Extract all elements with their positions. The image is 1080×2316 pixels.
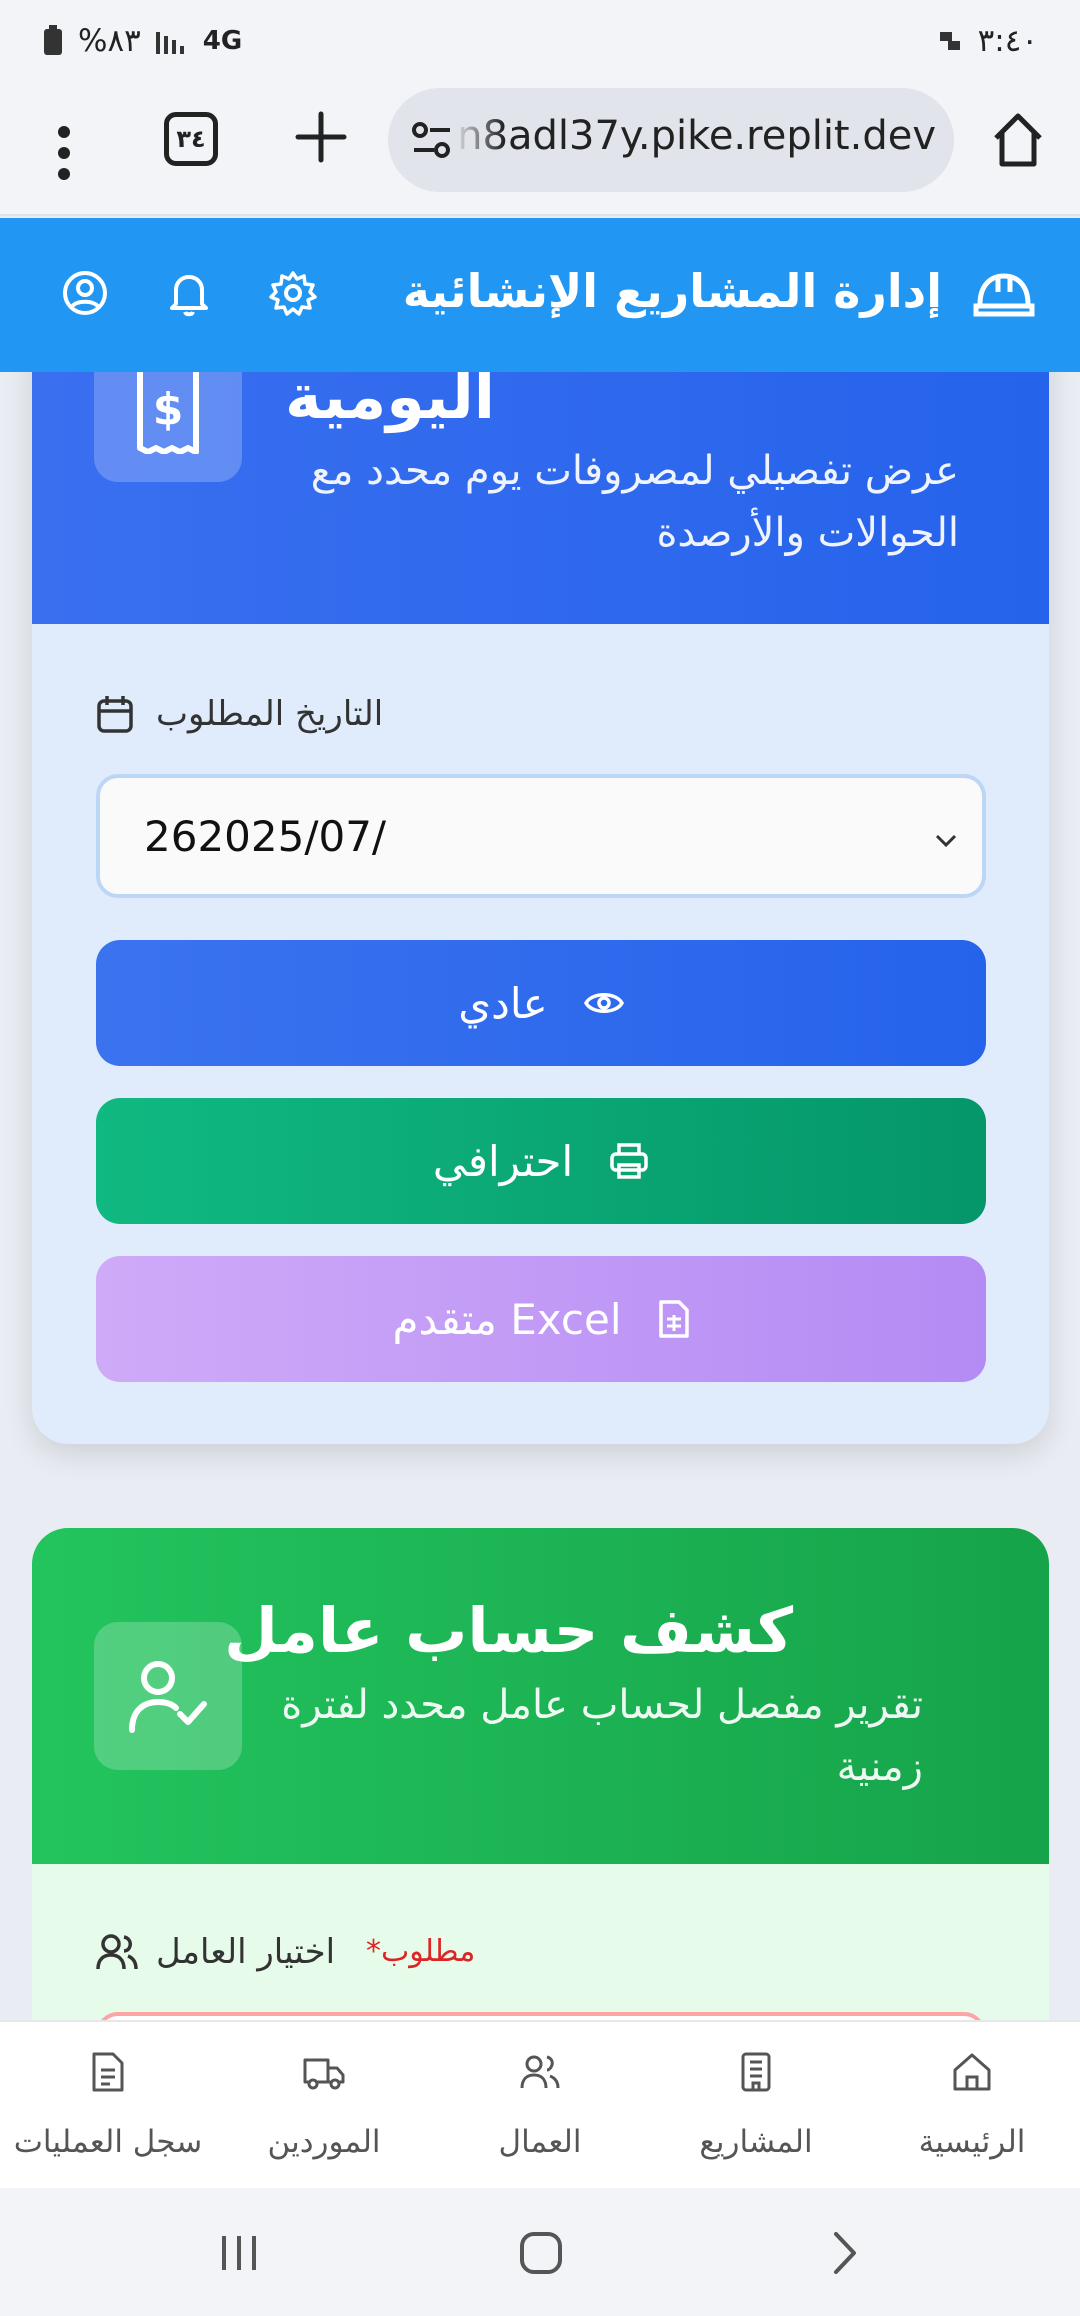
worker-description-line2: زمنية <box>836 1744 923 1790</box>
printer-icon <box>610 1143 648 1179</box>
status-right: ٣:٤٠ <box>939 23 1038 59</box>
eye-icon <box>583 993 624 1013</box>
daily-report-description: عرض تفصيلي لمصروفات يوم محدد مع الحوالات… <box>311 440 959 564</box>
file-spreadsheet-icon <box>658 1300 689 1338</box>
worker-statement-title: كشف حساب عامل <box>224 1594 793 1667</box>
required-indicator: مطلوب* <box>366 1934 476 1969</box>
daily-description-line2: الحوالات والأرصدة <box>656 510 959 556</box>
users-icon <box>520 2055 560 2089</box>
new-tab-icon[interactable] <box>292 108 350 166</box>
building-icon <box>741 2052 771 2092</box>
browser-toolbar: ٣٤ n8adl37y.pike.replit.dev <box>0 82 1080 216</box>
app-header: إدارة المشاريع الإنشائية <box>0 218 1080 372</box>
recent-apps-icon[interactable] <box>214 2228 264 2278</box>
date-value[interactable]: 262025/07/ <box>144 812 386 861</box>
app-title: إدارة المشاريع الإنشائية <box>402 264 942 318</box>
advanced-excel-button[interactable]: متقدم Excel <box>96 1256 986 1382</box>
nav-item-suppliers[interactable]: الموردين <box>216 2022 432 2190</box>
site-settings-icon[interactable] <box>410 118 454 162</box>
users-icon <box>96 1934 138 1970</box>
status-bar: %٨٣ 4G ٣:٤٠ <box>0 0 1080 82</box>
nav-item-projects[interactable]: المشاريع <box>648 2022 864 2190</box>
home-icon <box>953 2053 991 2091</box>
home-icon[interactable] <box>990 110 1046 170</box>
url-fade <box>454 88 504 192</box>
nav-label-home: الرئيسية <box>918 2124 1026 2160</box>
document-icon <box>92 2052 124 2092</box>
nav-label-suppliers: الموردين <box>267 2124 381 2160</box>
system-navigation-bar <box>0 2188 1080 2316</box>
truck-icon <box>303 2058 345 2090</box>
worker-statement-header: كشف حساب عامل تقرير مفصل لحساب عامل محدد… <box>32 1528 1049 1864</box>
notification-dot-icon <box>939 32 960 50</box>
date-select[interactable]: 262025/07/ <box>96 774 986 898</box>
user-circle-icon[interactable] <box>60 268 110 318</box>
hard-hat-icon <box>973 273 1035 317</box>
back-icon[interactable] <box>820 2228 870 2278</box>
worker-description-line1: تقرير مفصل لحساب عامل محدد لفترة <box>281 1682 923 1728</box>
status-left: %٨٣ 4G <box>42 23 242 59</box>
bell-icon[interactable] <box>164 268 214 318</box>
settings-gear-icon[interactable] <box>268 268 318 318</box>
battery-level: %٨٣ <box>78 23 141 59</box>
user-check-icon-box <box>94 1622 242 1770</box>
user-check-icon <box>129 1661 207 1733</box>
professional-report-button[interactable]: احترافي <box>96 1098 986 1224</box>
daily-report-card: $ اليومية عرض تفصيلي لمصروفات يوم محدد م… <box>32 300 1049 1444</box>
normal-report-button[interactable]: عادي <box>96 940 986 1066</box>
nav-label-workers: العمال <box>498 2124 582 2160</box>
professional-report-label: احترافي <box>432 1136 574 1186</box>
battery-icon <box>44 25 62 55</box>
worker-field-label: اختيار العامل <box>156 1932 336 1972</box>
date-field-label: التاريخ المطلوب <box>156 694 384 734</box>
address-bar[interactable]: n8adl37y.pike.replit.dev <box>388 88 954 192</box>
nav-item-workers[interactable]: العمال <box>432 2022 648 2190</box>
url-text[interactable]: n8adl37y.pike.replit.dev <box>457 113 936 159</box>
nav-label-projects: المشاريع <box>699 2124 813 2160</box>
normal-report-label: عادي <box>458 978 548 1028</box>
daily-description-line1: عرض تفصيلي لمصروفات يوم محدد مع <box>310 448 959 494</box>
home-button-icon[interactable] <box>516 2228 566 2278</box>
receipt-icon: $ <box>137 362 199 454</box>
nav-label-operations-log: سجل العمليات <box>13 2124 203 2160</box>
tab-count: ٣٤ <box>176 125 206 153</box>
calendar-icon <box>97 696 133 733</box>
clock: ٣:٤٠ <box>977 23 1038 59</box>
more-menu-icon[interactable] <box>40 118 88 188</box>
advanced-excel-label: متقدم Excel <box>392 1294 622 1344</box>
chevron-down-icon[interactable] <box>932 826 960 854</box>
nav-item-home[interactable]: الرئيسية <box>864 2022 1080 2190</box>
tab-switcher-button[interactable]: ٣٤ <box>164 112 218 166</box>
signal-icon <box>155 32 184 54</box>
worker-statement-description: تقرير مفصل لحساب عامل محدد لفترة زمنية <box>281 1674 923 1798</box>
svg-text:$: $ <box>153 384 184 435</box>
network-type: 4G <box>202 26 243 56</box>
nav-item-operations-log[interactable]: سجل العمليات <box>0 2022 216 2190</box>
bottom-navigation: الرئيسية المشاريع العمال الموردين سجل ال… <box>0 2020 1080 2188</box>
